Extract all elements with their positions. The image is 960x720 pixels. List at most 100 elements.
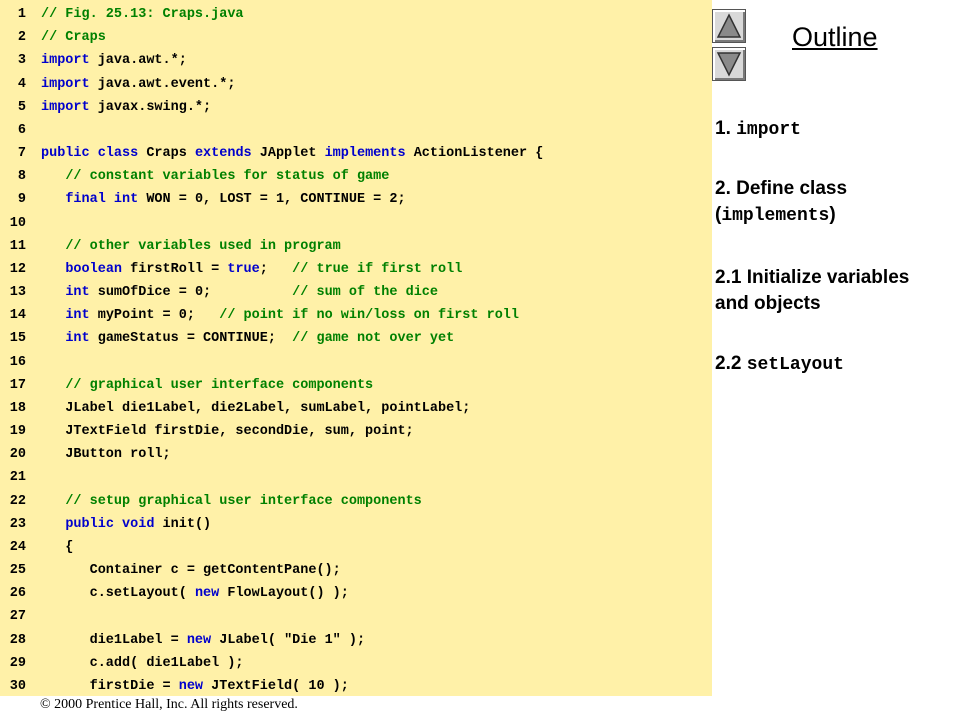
- code-keyword: int: [65, 285, 90, 301]
- code-line: 22 // setup graphical user interface com…: [0, 490, 712, 513]
- code-text: JLabel die1Label, die2Label, sumLabel, p…: [41, 397, 470, 420]
- code-keyword: final int: [65, 192, 139, 208]
- code-comment: // game not over yet: [292, 331, 455, 347]
- line-number: 2: [17, 30, 26, 46]
- code-line: 19 JTextField firstDie, secondDie, sum, …: [0, 420, 712, 443]
- code-text: final int WON = 0, LOST = 1, CONTINUE = …: [41, 188, 406, 211]
- code-keyword: public void: [65, 516, 155, 532]
- line-number: 14: [9, 308, 26, 324]
- code-token: ActionListener {: [405, 146, 544, 162]
- previous-slide-button[interactable]: [712, 9, 746, 43]
- code-line: 17 // graphical user interface component…: [0, 374, 712, 397]
- code-text: import java.awt.event.*;: [41, 73, 235, 96]
- code-text: // Fig. 25.13: Craps.java: [41, 3, 244, 26]
- code-text: int myPoint = 0; // point if no win/loss…: [41, 304, 519, 327]
- code-token: Craps: [138, 146, 195, 162]
- code-text: c.setLayout( new FlowLayout() );: [41, 582, 349, 605]
- code-line: 28 die1Label = new JLabel( "Die 1" );: [0, 629, 712, 652]
- code-keyword: true: [227, 261, 260, 277]
- line-number: 18: [9, 400, 26, 416]
- code-text: die1Label = new JLabel( "Die 1" );: [41, 629, 366, 652]
- code-text: {: [41, 536, 73, 559]
- line-number: 28: [9, 632, 26, 648]
- code-comment: // other variables used in program: [65, 238, 341, 254]
- code-text: public void init(): [41, 513, 211, 536]
- code-keyword: import: [41, 76, 90, 92]
- code-token: gameStatus = CONTINUE;: [89, 331, 293, 347]
- line-number: 19: [9, 424, 26, 440]
- code-token: FlowLayout() );: [219, 586, 349, 602]
- code-text: firstDie = new JTextField( 10 );: [41, 675, 349, 696]
- copyright-footer: © 2000 Prentice Hall, Inc. All rights re…: [40, 697, 298, 712]
- code-token: Container c = getContentPane();: [41, 563, 341, 579]
- outline-title[interactable]: Outline: [792, 22, 878, 53]
- code-line: 2 // Craps: [0, 26, 712, 49]
- code-text: // other variables used in program: [41, 235, 341, 258]
- next-slide-button[interactable]: [712, 47, 746, 81]
- code-text: // Craps: [41, 26, 106, 49]
- code-keyword: public class: [41, 146, 139, 162]
- code-line: 1 // Fig. 25.13: Craps.java: [0, 3, 712, 26]
- code-token: sumOfDice = 0;: [89, 285, 293, 301]
- code-panel: 1 // Fig. 25.13: Craps.java 2 // Craps 3 impo…: [0, 0, 712, 696]
- code-keyword: int: [65, 308, 90, 324]
- code-line: 3 import java.awt.*;: [0, 49, 712, 72]
- code-keyword: new: [178, 678, 204, 694]
- code-line: 9 final int WON = 0, LOST = 1, CONTINUE …: [0, 188, 712, 211]
- line-number: 11: [9, 238, 26, 254]
- code-token: die1Label =: [41, 632, 187, 648]
- code-line: 30 firstDie = new JTextField( 10 );: [0, 675, 712, 696]
- code-comment: // constant variables for status of game: [65, 169, 390, 185]
- code-token: JLabel die1Label, die2Label, sumLabel, p…: [41, 400, 471, 416]
- code-text: int gameStatus = CONTINUE; // game not o…: [41, 327, 454, 350]
- code-token: {: [41, 539, 74, 555]
- code-comment: // true if first roll: [292, 261, 463, 277]
- line-number: 27: [9, 609, 26, 625]
- code-token: c.setLayout(: [41, 586, 195, 602]
- code-token: WON = 0, LOST = 1, CONTINUE = 2;: [138, 192, 406, 208]
- code-line: 29 c.add( die1Label );: [0, 652, 712, 675]
- outline-item-code: import: [736, 120, 801, 140]
- line-number: 4: [17, 76, 26, 92]
- code-text: // graphical user interface components: [41, 374, 373, 397]
- code-text: int sumOfDice = 0; // sum of the dice: [41, 281, 438, 304]
- code-token: "Die 1": [284, 632, 341, 648]
- line-number: 24: [9, 539, 26, 555]
- line-number: 5: [17, 99, 26, 115]
- code-text: JButton roll;: [41, 443, 170, 466]
- line-number: 12: [9, 261, 26, 277]
- code-token: JApplet: [251, 146, 325, 162]
- line-number: 6: [17, 122, 26, 138]
- code-token: java.awt.*;: [89, 53, 187, 69]
- code-line: 11 // other variables used in program: [0, 235, 712, 258]
- code-line: 5 import javax.swing.*;: [0, 96, 712, 119]
- code-token: );: [340, 632, 366, 648]
- code-keyword: int: [65, 331, 90, 347]
- code-keyword: import: [41, 99, 90, 115]
- code-line: 4 import java.awt.event.*;: [0, 73, 712, 96]
- code-token: JTextField firstDie, secondDie, sum, poi…: [41, 424, 414, 440]
- line-number: 21: [9, 470, 26, 486]
- code-token: init(): [154, 516, 212, 532]
- code-token: c.add( die1Label );: [41, 655, 244, 671]
- code-keyword: extends: [194, 146, 252, 162]
- code-line: 18 JLabel die1Label, die2Label, sumLabel…: [0, 397, 712, 420]
- outline-item: 2.1 Initialize variables and objects: [715, 265, 940, 318]
- code-text: public class Craps extends JApplet imple…: [41, 142, 543, 165]
- code-text: import javax.swing.*;: [41, 96, 211, 119]
- outline-item-text: 2.2: [715, 353, 747, 374]
- code-token: firstDie =: [41, 678, 179, 694]
- line-number: 29: [9, 655, 26, 671]
- code-token: JTextField( 10 );: [203, 678, 349, 694]
- code-line: 6: [0, 119, 712, 142]
- line-number: 25: [9, 563, 26, 579]
- code-text: Container c = getContentPane();: [41, 559, 341, 582]
- code-keyword: new: [186, 632, 212, 648]
- code-line: 24 {: [0, 536, 712, 559]
- code-line: 10: [0, 212, 712, 235]
